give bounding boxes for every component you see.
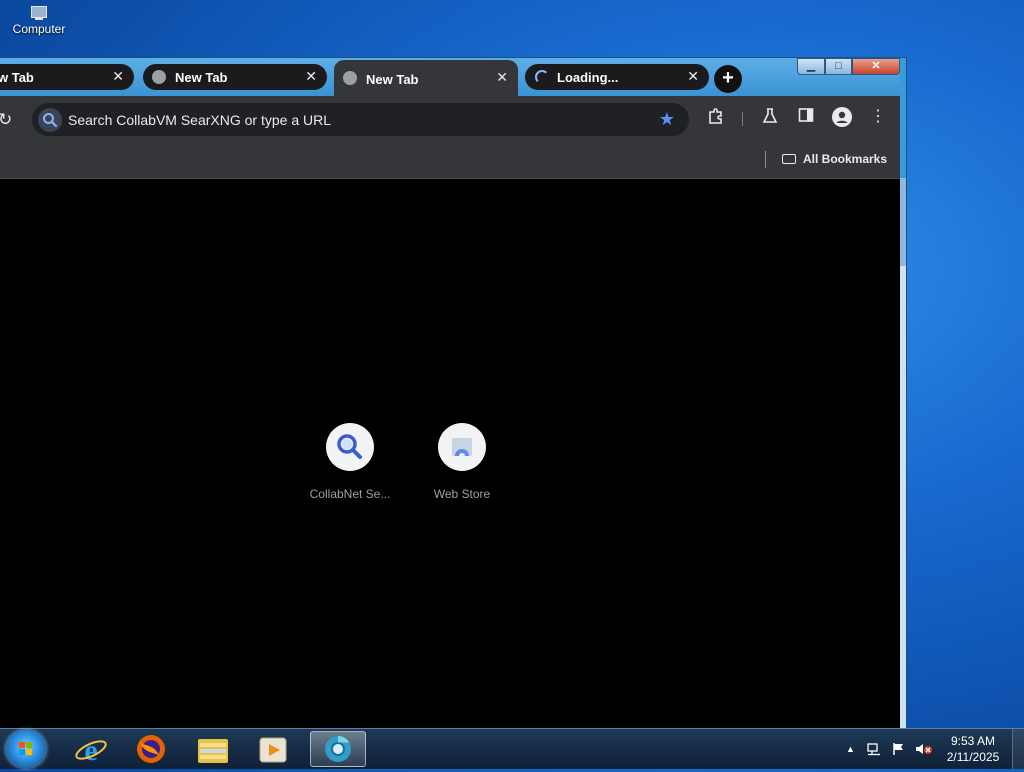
volume-muted-icon[interactable] [915,742,933,759]
tab-title: Loading... [557,70,619,85]
shortcut-tile[interactable]: Web Store [414,423,510,501]
shortcut-label: Web Store [433,487,491,501]
tab-title: w Tab [0,70,34,85]
window-scrollbar[interactable] [900,178,906,729]
bookmarks-bar: All Bookmarks [0,142,900,179]
tab-close-icon[interactable]: ✕ [496,69,508,86]
profile-icon[interactable] [832,107,852,127]
computer-icon [31,6,47,20]
new-tab-page: CollabNet Se... Web Store [0,179,900,729]
taskbar: e ▲ 9:53 AM 2/11/2025 [0,728,1024,769]
network-icon[interactable] [866,742,882,759]
firefox-icon [137,735,165,763]
spinner-icon [535,70,549,84]
taskbar-app-internet-explorer[interactable]: e [66,731,116,767]
search-icon [38,108,62,132]
show-desktop-button[interactable] [1012,729,1024,769]
star-icon[interactable]: ★ [659,109,675,130]
extensions-icon[interactable] [706,107,726,127]
browser-chrome: w Tab ✕ New Tab ✕ New Tab ✕ Loading... ✕… [0,58,900,729]
desktop-icon-label: Computer [12,22,66,36]
tab-strip: w Tab ✕ New Tab ✕ New Tab ✕ Loading... ✕… [0,58,900,96]
taskbar-app-media-player[interactable] [248,731,298,767]
all-bookmarks-label: All Bookmarks [803,152,888,166]
new-tab-button[interactable]: + [714,65,742,93]
bookmarks-divider [765,151,766,168]
tab-close-icon[interactable]: ✕ [112,68,124,85]
maximize-button[interactable]: □ [825,58,852,75]
tab[interactable]: w Tab ✕ [0,64,134,90]
toolbar: ↻ Search CollabVM SearXNG or type a URL … [0,96,900,142]
tab-active[interactable]: New Tab ✕ [334,60,518,96]
taskbar-app-windows-explorer[interactable] [188,731,238,767]
tab[interactable]: New Tab ✕ [143,64,327,90]
windows-logo-icon [19,742,33,756]
svg-text:e: e [84,734,97,767]
start-button[interactable] [6,730,46,768]
toolbar-divider [742,112,743,126]
minimize-button[interactable]: ▁ [797,58,825,75]
browser-window: w Tab ✕ New Tab ✕ New Tab ✕ Loading... ✕… [0,57,907,730]
tab-close-icon[interactable]: ✕ [687,68,699,85]
folder-icon [198,739,228,763]
side-panel-icon[interactable] [796,107,816,127]
tab-close-icon[interactable]: ✕ [305,68,317,85]
show-hidden-icons-arrow[interactable]: ▲ [846,744,855,754]
all-bookmarks-button[interactable]: All Bookmarks [782,152,887,166]
address-bar-placeholder: Search CollabVM SearXNG or type a URL [68,112,331,128]
globe-icon [343,71,357,85]
taskbar-app-firefox[interactable] [126,731,176,767]
folder-icon [782,154,796,164]
reload-icon[interactable]: ↻ [0,110,12,130]
internet-explorer-icon: e [75,734,107,767]
labs-icon[interactable] [760,107,780,127]
taskbar-app-chromium[interactable] [310,731,366,767]
menu-icon[interactable]: ⋮ [868,107,888,127]
web-store-icon [438,423,486,471]
action-center-flag-icon[interactable] [892,742,906,759]
shortcut-tile[interactable]: CollabNet Se... [302,423,398,501]
chromium-icon [325,735,351,762]
search-icon [326,423,374,471]
clock-date: 2/11/2025 [946,750,1000,764]
scrollbar-thumb[interactable] [900,178,906,266]
tab-title: New Tab [366,72,419,87]
system-clock[interactable]: 9:53 AM 2/11/2025 [940,733,1006,765]
desktop-icon-computer[interactable]: Computer [4,4,74,36]
tab-title: New Tab [175,70,228,85]
close-window-button[interactable]: ✕ [852,58,900,75]
media-player-icon [259,737,287,763]
tab[interactable]: Loading... ✕ [525,64,709,90]
address-bar[interactable]: Search CollabVM SearXNG or type a URL ★ [32,103,689,136]
globe-icon [152,70,166,84]
clock-time: 9:53 AM [950,734,996,748]
shortcut-label: CollabNet Se... [309,487,391,501]
